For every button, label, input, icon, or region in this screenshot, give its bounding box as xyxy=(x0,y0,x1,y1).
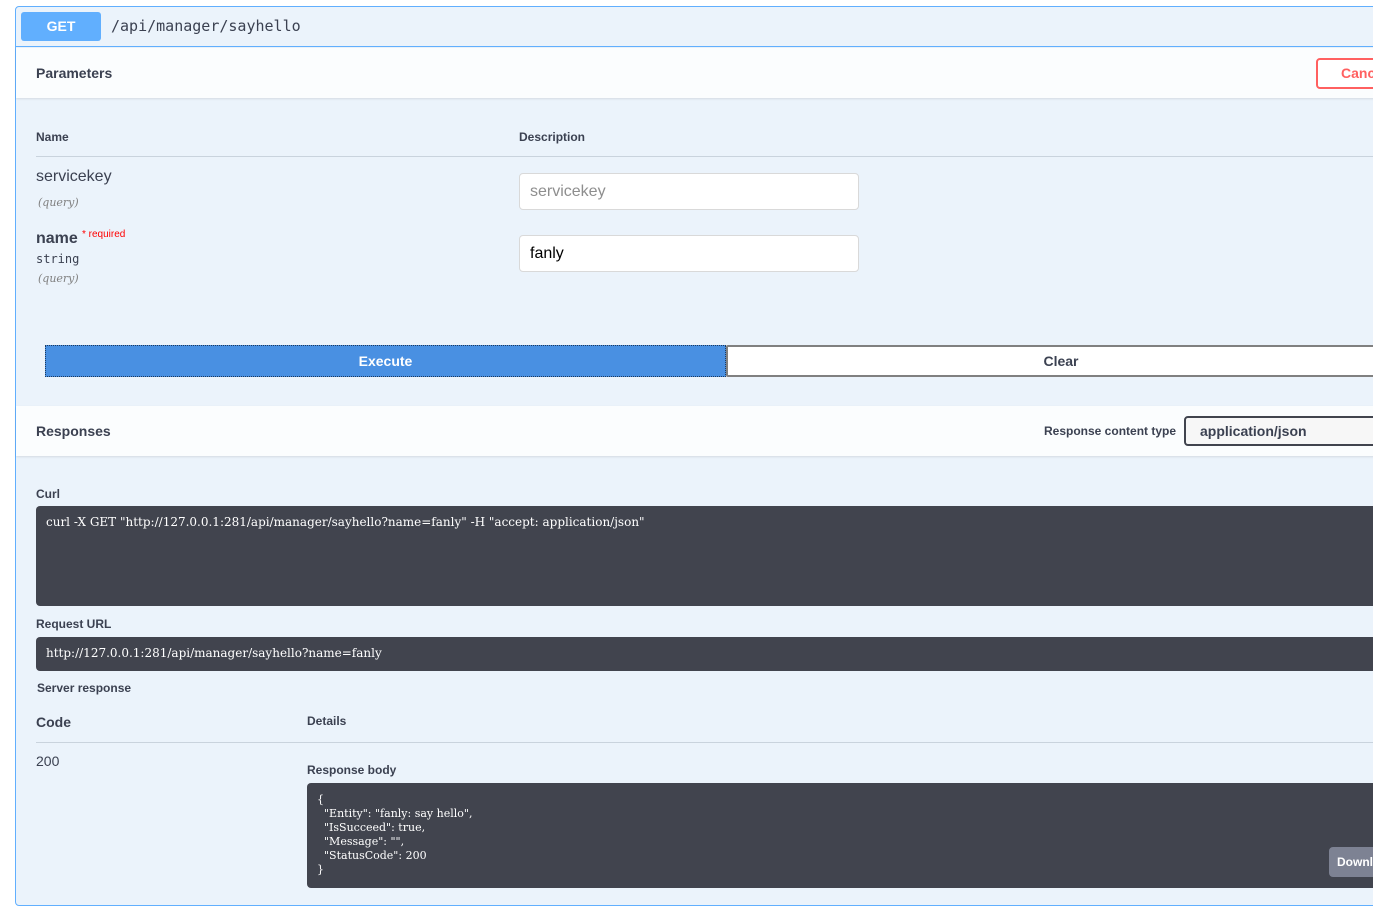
request-url-label: Request URL xyxy=(36,617,112,631)
responses-title: Responses xyxy=(36,423,111,439)
param-in-servicekey: (query) xyxy=(38,196,79,209)
operation-summary[interactable]: GET /api/manager/sayhello xyxy=(16,7,1373,47)
response-table-divider xyxy=(36,742,1373,743)
param-name-name: name xyxy=(36,230,78,247)
param-type-name: string xyxy=(36,252,80,266)
responses-header: Responses Response content type xyxy=(16,406,1373,456)
curl-label: Curl xyxy=(36,487,60,501)
response-code: 200 xyxy=(36,753,60,769)
server-response-label: Server response xyxy=(37,681,132,695)
required-marker: * required xyxy=(82,229,126,240)
clear-button[interactable]: Clear xyxy=(726,345,1373,377)
operation-block: GET /api/manager/sayhello Parameters Can… xyxy=(15,6,1373,906)
response-body-label: Response body xyxy=(307,763,397,777)
endpoint-path: /api/manager/sayhello xyxy=(111,17,301,35)
curl-code-block[interactable]: curl -X GET "http://127.0.0.1:281/api/ma… xyxy=(36,506,1373,606)
param-in-name: (query) xyxy=(38,272,79,285)
content-type-select[interactable]: application/json xyxy=(1184,416,1373,446)
http-method-badge: GET xyxy=(21,12,101,41)
request-url-block[interactable]: http://127.0.0.1:281/api/manager/sayhell… xyxy=(36,637,1373,671)
column-name-header: Name xyxy=(36,130,69,144)
cancel-button[interactable]: Cancel xyxy=(1316,58,1373,89)
content-type-label: Response content type xyxy=(1044,424,1177,438)
download-button[interactable]: Download xyxy=(1329,847,1373,877)
parameters-header: Parameters Cancel xyxy=(16,48,1373,98)
table-divider xyxy=(36,156,1373,157)
servicekey-input[interactable] xyxy=(519,173,859,210)
execute-button[interactable]: Execute xyxy=(45,345,726,377)
column-details-header: Details xyxy=(307,714,347,728)
name-input[interactable] xyxy=(519,235,859,272)
parameters-title: Parameters xyxy=(36,65,113,81)
param-name-servicekey: servicekey xyxy=(36,168,112,185)
response-body-block[interactable]: { "Entity": "fanly: say hello", "IsSucce… xyxy=(307,783,1373,888)
column-code-header: Code xyxy=(36,714,71,730)
column-description-header: Description xyxy=(519,130,586,144)
